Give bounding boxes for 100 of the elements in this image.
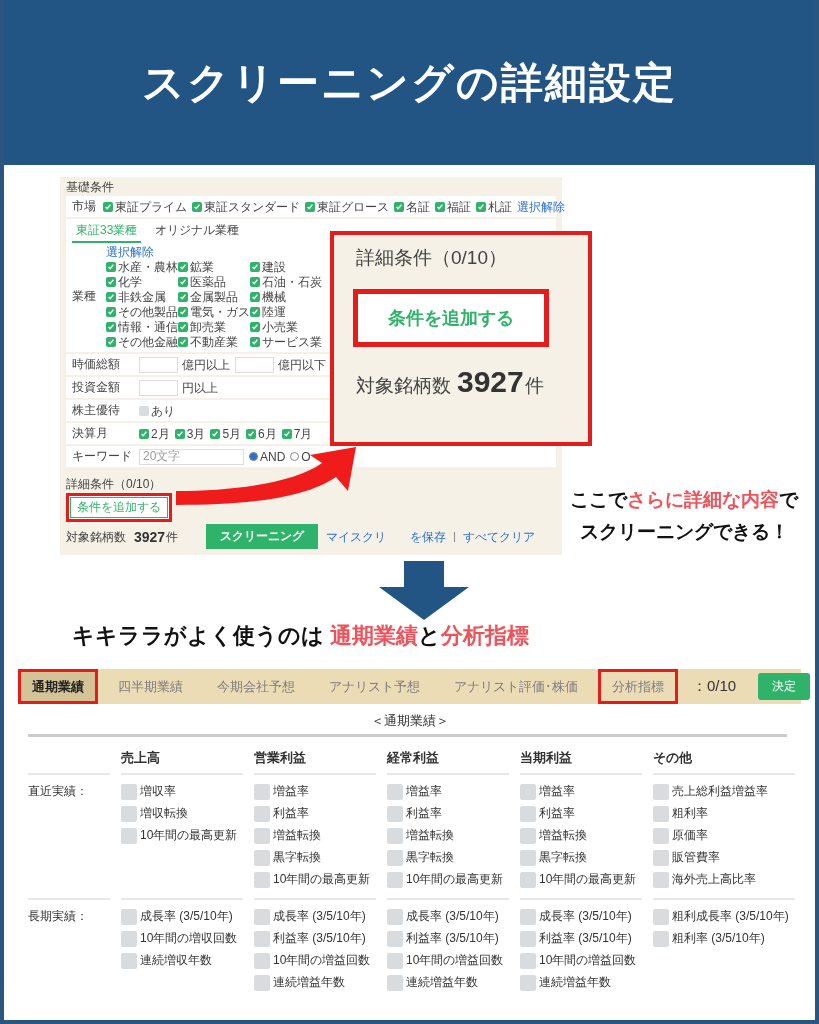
text-link[interactable]: を保存 bbox=[410, 529, 447, 544]
checkbox[interactable] bbox=[106, 307, 116, 317]
checkbox[interactable] bbox=[246, 428, 257, 439]
checkbox[interactable] bbox=[254, 849, 270, 866]
checkbox[interactable] bbox=[305, 201, 315, 212]
checkbox[interactable] bbox=[254, 974, 270, 991]
checkbox[interactable] bbox=[139, 428, 149, 439]
tab[interactable]: オリジナル業種 bbox=[151, 221, 244, 243]
keyword-field[interactable]: 20文字 bbox=[139, 448, 244, 465]
option-label: 10年間の増益回数 bbox=[539, 952, 637, 969]
filter-tab[interactable]: 今期会社予想 bbox=[203, 669, 309, 704]
checkbox[interactable] bbox=[250, 307, 260, 317]
checkbox[interactable] bbox=[653, 908, 669, 925]
checkbox[interactable] bbox=[520, 974, 536, 991]
checkbox[interactable] bbox=[653, 827, 669, 844]
checkbox[interactable] bbox=[106, 292, 116, 302]
checkbox[interactable] bbox=[435, 201, 445, 212]
radio-button[interactable] bbox=[249, 452, 258, 461]
checkbox[interactable] bbox=[520, 952, 536, 969]
tab[interactable]: 東証33業種 bbox=[72, 221, 142, 243]
checkbox[interactable] bbox=[387, 952, 403, 969]
checkbox[interactable] bbox=[520, 930, 536, 947]
checkbox[interactable] bbox=[387, 871, 403, 888]
radio-button[interactable] bbox=[290, 452, 300, 461]
checkbox[interactable] bbox=[139, 405, 149, 416]
checkbox[interactable] bbox=[121, 908, 137, 925]
clear-link[interactable]: 選択解除 bbox=[106, 245, 322, 259]
checkbox[interactable] bbox=[106, 277, 116, 287]
checkbox[interactable] bbox=[210, 428, 221, 439]
column-header: 営業利益 bbox=[254, 749, 376, 775]
checkbox[interactable] bbox=[653, 805, 669, 822]
checkbox[interactable] bbox=[254, 952, 270, 969]
checkbox[interactable] bbox=[387, 783, 403, 800]
checkbox[interactable] bbox=[178, 337, 188, 347]
checkbox[interactable] bbox=[178, 307, 188, 317]
checkbox[interactable] bbox=[178, 262, 188, 272]
checkbox[interactable] bbox=[387, 908, 403, 925]
checkbox[interactable] bbox=[520, 783, 536, 800]
checkbox[interactable] bbox=[520, 827, 536, 844]
input-field[interactable] bbox=[235, 356, 274, 373]
checkbox[interactable] bbox=[520, 871, 536, 888]
checkbox[interactable] bbox=[250, 322, 260, 332]
checkbox[interactable] bbox=[106, 337, 116, 347]
checkbox[interactable] bbox=[653, 849, 669, 866]
clear-link[interactable]: 選択解除 bbox=[517, 199, 565, 214]
filter-tab[interactable]: アナリスト評価･株価 bbox=[440, 669, 592, 704]
checkbox[interactable] bbox=[106, 322, 116, 332]
checkbox[interactable] bbox=[121, 930, 137, 947]
checkbox[interactable] bbox=[121, 805, 137, 822]
checkbox[interactable] bbox=[121, 952, 137, 969]
checkbox[interactable] bbox=[254, 805, 270, 822]
checkbox[interactable] bbox=[653, 871, 669, 888]
checkbox[interactable] bbox=[250, 337, 260, 347]
checkbox[interactable] bbox=[178, 322, 188, 332]
checkbox[interactable] bbox=[254, 783, 270, 800]
checkbox[interactable] bbox=[174, 428, 185, 439]
option-label: 不動産業 bbox=[190, 335, 238, 349]
checkbox[interactable] bbox=[254, 930, 270, 947]
text-link[interactable]: マイスクリ bbox=[326, 529, 387, 544]
checkbox[interactable] bbox=[387, 974, 403, 991]
add-condition-button[interactable]: 条件を追加する bbox=[353, 289, 549, 347]
checkbox[interactable] bbox=[653, 930, 669, 947]
checkbox[interactable] bbox=[254, 827, 270, 844]
option-label: 電気・ガス bbox=[190, 305, 250, 319]
checkbox[interactable] bbox=[476, 201, 486, 212]
text-link[interactable]: すべてクリア bbox=[463, 529, 536, 544]
checkbox[interactable] bbox=[387, 930, 403, 947]
caption-text: キキララがよく使うのは 通期業績と分析指標 bbox=[72, 622, 531, 650]
input-field[interactable] bbox=[139, 356, 178, 373]
checkbox[interactable] bbox=[520, 908, 536, 925]
checkbox[interactable] bbox=[387, 849, 403, 866]
checkbox[interactable] bbox=[250, 292, 260, 302]
checkbox[interactable] bbox=[250, 262, 260, 272]
filter-tab[interactable]: 四半期業績 bbox=[104, 669, 197, 704]
checkbox[interactable] bbox=[192, 201, 202, 212]
screening-button[interactable]: スクリーニング bbox=[206, 524, 319, 549]
checkbox[interactable] bbox=[178, 292, 188, 302]
checkbox[interactable] bbox=[254, 871, 270, 888]
filter-tab[interactable]: 通期業績 bbox=[18, 669, 98, 704]
checkbox[interactable] bbox=[394, 201, 404, 212]
checkbox[interactable] bbox=[387, 805, 403, 822]
checkbox[interactable] bbox=[121, 827, 137, 844]
input-field[interactable] bbox=[139, 379, 178, 396]
checkbox[interactable] bbox=[250, 277, 260, 287]
confirm-button[interactable]: 決定 bbox=[758, 673, 811, 700]
checkbox[interactable] bbox=[520, 849, 536, 866]
checkbox[interactable] bbox=[254, 908, 270, 925]
checkbox[interactable] bbox=[281, 428, 292, 439]
filter-tab[interactable]: アナリスト予想 bbox=[315, 669, 434, 704]
checkbox[interactable] bbox=[387, 827, 403, 844]
checkbox[interactable] bbox=[121, 783, 137, 800]
checkbox[interactable] bbox=[653, 783, 669, 800]
checkbox[interactable] bbox=[520, 805, 536, 822]
radio-label: AND bbox=[260, 449, 286, 464]
filter-tab[interactable]: 分析指標 bbox=[598, 669, 678, 704]
checkbox[interactable] bbox=[106, 262, 116, 272]
option-label: 粗利成長率 (3/5/10年) bbox=[672, 908, 789, 925]
checkbox[interactable] bbox=[178, 277, 188, 287]
add-condition-button[interactable]: 条件を追加する bbox=[66, 493, 172, 522]
checkbox[interactable] bbox=[103, 201, 113, 212]
